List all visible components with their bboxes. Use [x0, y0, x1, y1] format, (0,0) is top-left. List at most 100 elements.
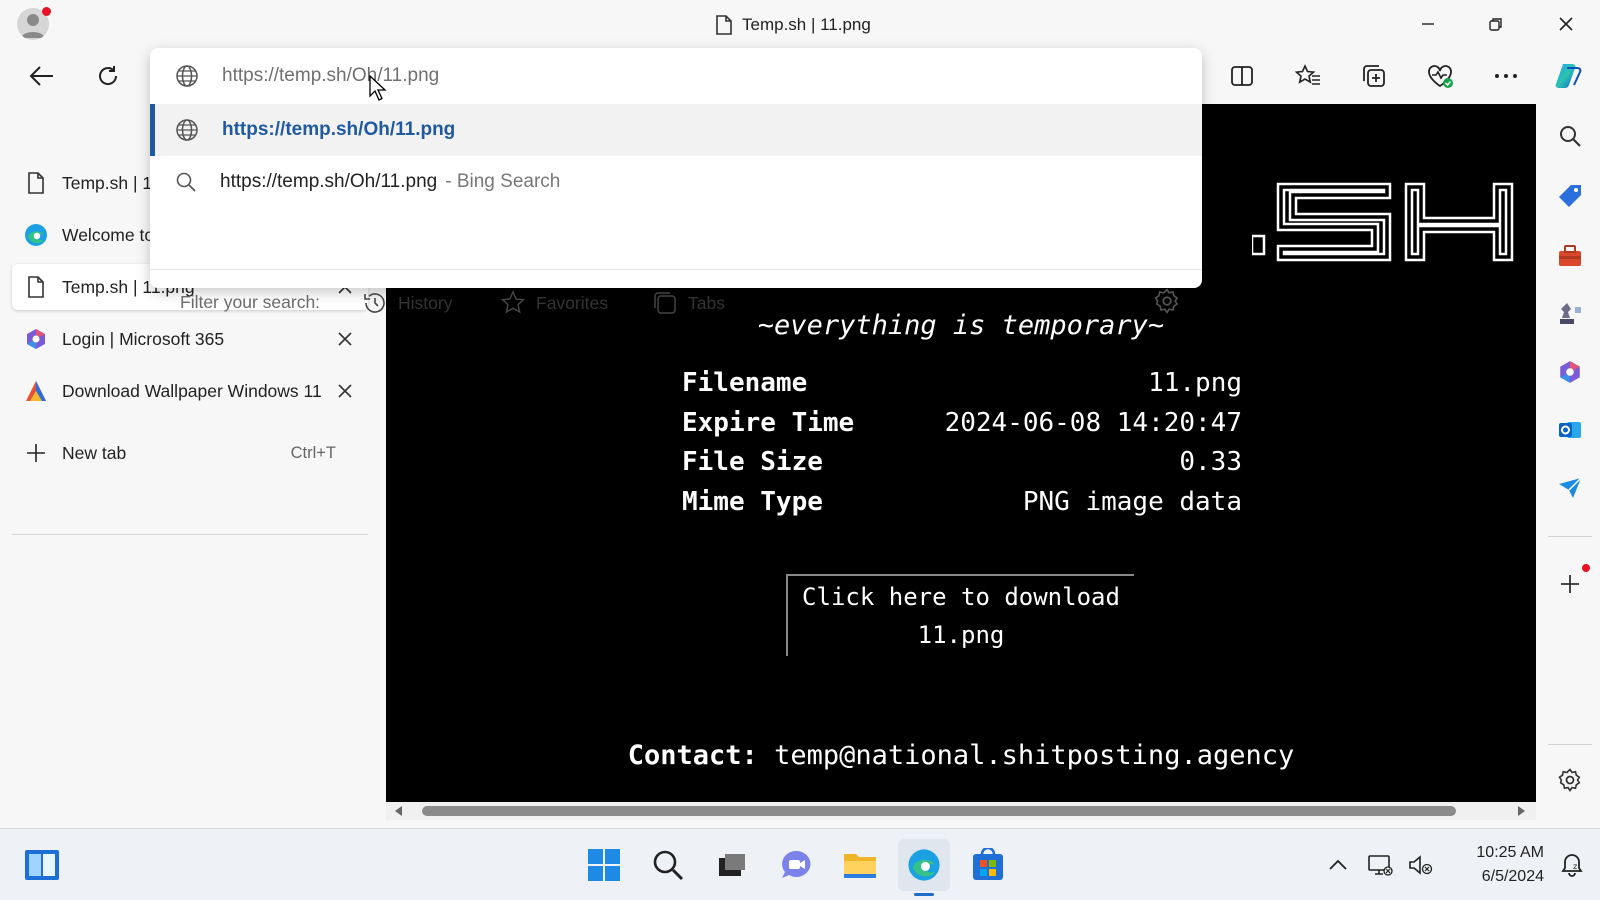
search-settings-icon[interactable]	[1154, 288, 1180, 314]
teams-chat-icon[interactable]	[770, 839, 822, 891]
new-tab-shortcut: Ctrl+T	[290, 443, 336, 462]
page-icon	[24, 275, 48, 299]
page-icon	[24, 171, 48, 195]
close-tab-icon[interactable]	[332, 378, 358, 404]
copilot-icon[interactable]	[1550, 58, 1586, 94]
svg-text:z: z	[1573, 862, 1577, 871]
site-logo	[1252, 182, 1514, 262]
minimize-button[interactable]	[1404, 10, 1452, 38]
volume-muted-icon[interactable]	[1402, 839, 1438, 891]
wallpaper-icon	[24, 379, 48, 403]
suggestion-text: https://temp.sh/Oh/11.png	[222, 119, 456, 140]
scroll-left-icon[interactable]	[394, 806, 404, 816]
filter-favorites[interactable]: Favorites	[500, 286, 608, 320]
address-bar[interactable]	[150, 48, 1202, 104]
start-icon[interactable]	[578, 839, 630, 891]
detail-value: PNG image data	[1022, 487, 1242, 517]
scroll-right-icon[interactable]	[1516, 806, 1526, 816]
edge-icon	[24, 223, 48, 247]
settings-icon[interactable]	[1550, 760, 1590, 800]
address-dropdown: https://temp.sh/Oh/11.png https://temp.s…	[150, 48, 1202, 314]
split-screen-icon[interactable]	[1224, 58, 1260, 94]
detail-row: Expire Time 2024-06-08 14:20:47	[682, 408, 1242, 438]
drop-icon[interactable]	[1550, 468, 1590, 508]
search-icon[interactable]	[1550, 116, 1590, 156]
page-icon	[716, 15, 732, 35]
m365-icon[interactable]	[1550, 352, 1590, 392]
active-indicator	[914, 893, 934, 896]
download-button[interactable]: Click here to download 11.png	[786, 574, 1134, 656]
tools-icon[interactable]	[1550, 236, 1590, 276]
title-bar: Temp.sh | 11.png	[0, 0, 1600, 50]
m365-icon	[24, 327, 48, 351]
taskbar: 10:25 AM 6/5/2024 z	[0, 828, 1600, 900]
favorites-icon[interactable]	[1290, 58, 1326, 94]
notification-dot	[1582, 564, 1590, 572]
download-label: Click here to download	[802, 583, 1120, 611]
detail-row: File Size 0.33	[682, 447, 1242, 477]
back-button[interactable]	[24, 58, 60, 94]
outlook-icon[interactable]	[1550, 410, 1590, 450]
rail-divider	[1548, 744, 1592, 745]
suggestion-text: https://temp.sh/Oh/11.png	[220, 171, 438, 192]
network-icon[interactable]	[1362, 839, 1398, 891]
detail-key: Expire Time	[682, 408, 855, 438]
window-title: Temp.sh | 11.png	[716, 14, 871, 36]
file-explorer-icon[interactable]	[834, 839, 886, 891]
games-icon[interactable]	[1550, 294, 1590, 334]
plus-icon	[24, 441, 48, 465]
search-icon	[175, 171, 197, 193]
filter-history[interactable]: History	[362, 286, 452, 320]
detail-value: 0.33	[1179, 447, 1242, 477]
window-title-text: Temp.sh | 11.png	[742, 15, 871, 34]
widgets-icon[interactable]	[16, 839, 68, 891]
tabs-icon	[652, 290, 678, 316]
contact-email[interactable]: temp@national.shitposting.agency	[774, 740, 1294, 771]
download-filename: 11.png	[917, 621, 1005, 649]
tab-label: Download Wallpaper Windows 11	[62, 380, 322, 401]
detail-key: Mime Type	[682, 487, 823, 517]
filter-tabs[interactable]: Tabs	[652, 286, 725, 320]
suggestion-url[interactable]: https://temp.sh/Oh/11.png	[150, 104, 1202, 156]
system-clock[interactable]: 10:25 AM 6/5/2024	[1476, 841, 1544, 889]
edge-taskbar-icon[interactable]	[898, 839, 950, 891]
detail-value: 2024-06-08 14:20:47	[944, 408, 1242, 438]
star-icon	[500, 290, 526, 316]
mouse-cursor-icon	[369, 74, 387, 101]
filter-label: Filter your search:	[180, 292, 321, 312]
notifications-icon[interactable]: z	[1552, 839, 1592, 891]
detail-row: Filename 11.png	[682, 368, 1242, 398]
tab-divider	[12, 534, 368, 535]
filter-favorites-label: Favorites	[536, 292, 608, 313]
new-tab-label: New tab	[62, 442, 127, 463]
shopping-tag-icon[interactable]	[1550, 176, 1590, 216]
scrollbar-thumb[interactable]	[422, 806, 1456, 816]
refresh-button[interactable]	[90, 58, 126, 94]
history-icon	[362, 290, 388, 316]
horizontal-scrollbar[interactable]	[386, 802, 1536, 820]
contact-line: Contact: temp@national.shitposting.agenc…	[386, 740, 1536, 771]
tab-item[interactable]: Download Wallpaper Windows 11	[12, 368, 368, 414]
chevron-up-icon[interactable]	[1322, 839, 1354, 891]
more-options-icon[interactable]	[1488, 58, 1524, 94]
globe-icon	[175, 118, 199, 142]
rail-divider	[1548, 536, 1592, 537]
close-window-button[interactable]	[1542, 10, 1590, 38]
clock-date: 6/5/2024	[1481, 868, 1544, 885]
contact-label: Contact:	[627, 740, 758, 771]
globe-icon	[175, 64, 199, 88]
search-filter-row: Filter your search: History Favorites Ta…	[150, 270, 1202, 336]
browser-essentials-icon[interactable]	[1422, 58, 1458, 94]
suggestion-search[interactable]: https://temp.sh/Oh/11.png - Bing Search	[150, 156, 1202, 208]
detail-key: Filename	[682, 368, 808, 398]
restore-button[interactable]	[1472, 10, 1520, 38]
task-view-icon[interactable]	[706, 839, 758, 891]
new-tab-button[interactable]: New tab Ctrl+T	[12, 430, 368, 476]
clock-time: 10:25 AM	[1476, 844, 1544, 861]
store-icon[interactable]	[962, 839, 1014, 891]
filter-history-label: History	[398, 292, 453, 313]
detail-row: Mime Type PNG image data	[682, 487, 1242, 517]
collections-icon[interactable]	[1356, 58, 1392, 94]
address-input[interactable]	[222, 62, 1122, 90]
search-icon[interactable]	[642, 839, 694, 891]
